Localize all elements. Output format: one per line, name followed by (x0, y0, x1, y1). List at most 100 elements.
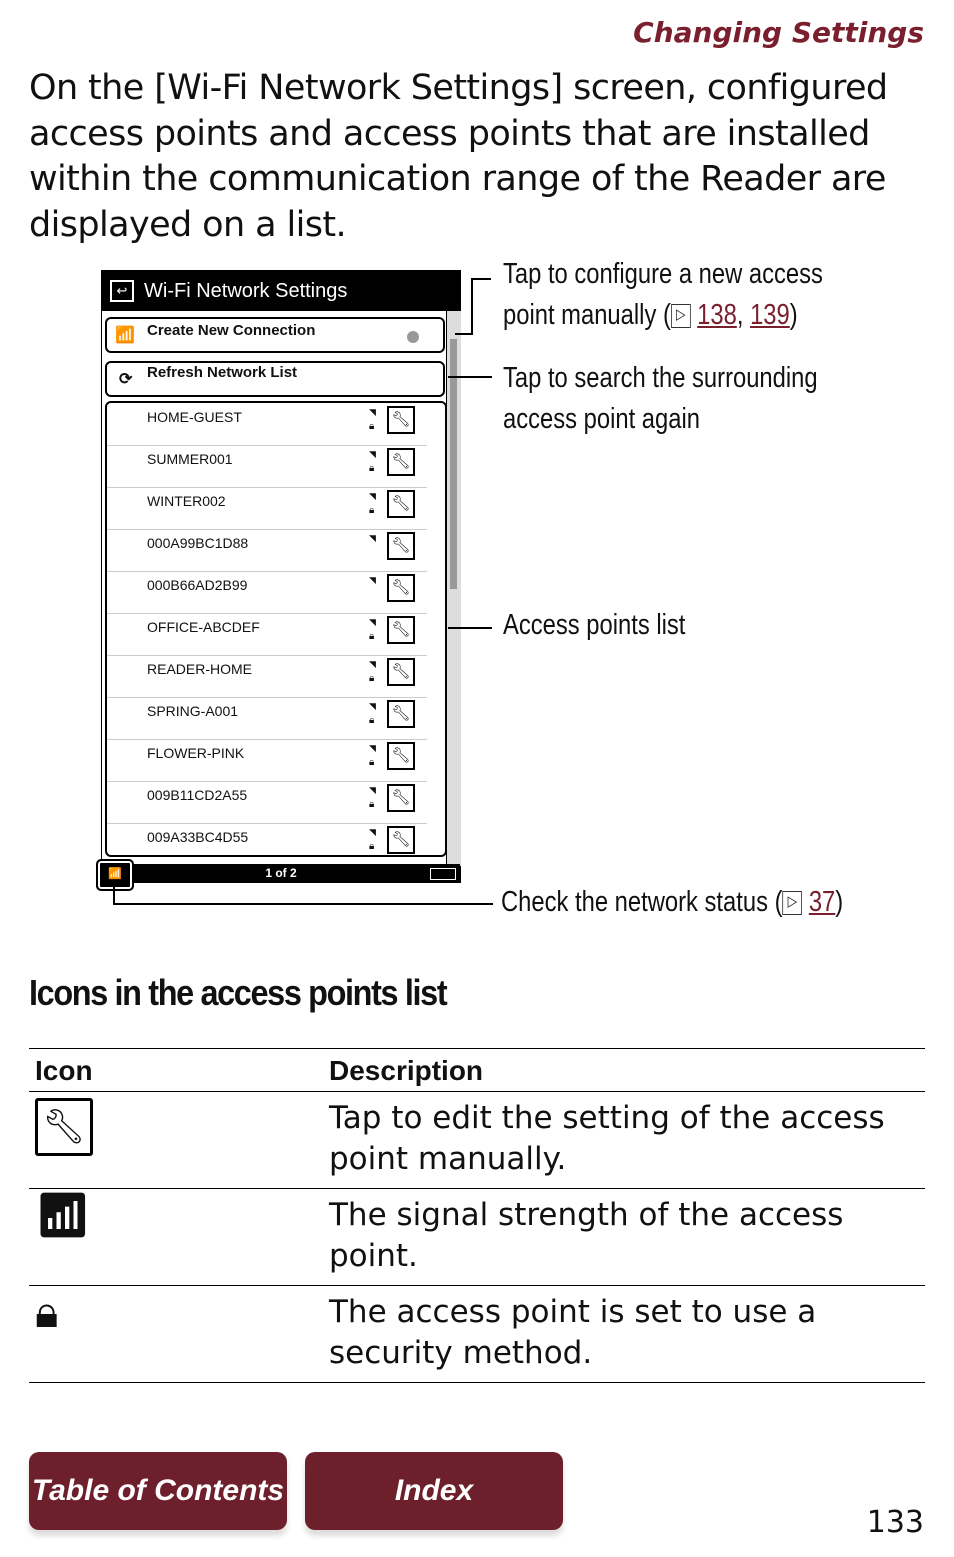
page-indicator: 1 of 2 (265, 866, 297, 880)
wrench-edit-button[interactable]: 🔧︎ (387, 658, 415, 686)
signal-icon: ◥ (369, 617, 376, 627)
signal-icon: ◥ (369, 743, 376, 753)
paren: ) (835, 886, 844, 918)
page-link-139[interactable]: 139 (750, 299, 790, 331)
callout-text: Tap to configure a new access (503, 258, 823, 290)
screen-title: Wi-Fi Network Settings (144, 280, 348, 302)
separator: , (736, 299, 744, 331)
paren: ) (789, 299, 798, 331)
lock-icon: 🔒︎ (35, 1287, 59, 1338)
description: The signal strength of the access point. (323, 1188, 925, 1286)
access-point-row[interactable]: FLOWER-PINK ◥ 🔒︎ 🔧︎ (107, 739, 427, 782)
wrench-edit-button[interactable]: 🔧︎ (387, 448, 415, 476)
access-points-list: HOME-GUEST ◥ 🔒︎ 🔧︎ SUMMER001 ◥ 🔒︎ 🔧︎ WINTER002 ◥ 🔒… (105, 401, 447, 857)
wrench-icon: 🔧︎ (35, 1098, 93, 1156)
callout-line (113, 886, 115, 904)
access-point-row[interactable]: 009A33BC4D55 ◥ 🔒︎ 🔧︎ (107, 823, 427, 855)
network-name: 000A99BC1D88 (147, 535, 249, 551)
network-name: WINTER002 (147, 493, 226, 509)
network-name: FLOWER-PINK (147, 745, 245, 761)
icons-table: Icon Description 🔧︎ Tap to edit the settin… (29, 1048, 925, 1383)
battery-icon (430, 868, 456, 880)
network-name: OFFICE-ABCDEF (147, 619, 260, 635)
wrench-edit-button[interactable]: 🔧︎ (387, 826, 415, 854)
access-point-row[interactable]: 000A99BC1D88 ◥ 🔧︎ (107, 529, 427, 572)
wrench-edit-button[interactable]: 🔧︎ (387, 406, 415, 434)
signal-icon: ◥ (369, 659, 376, 669)
lock-icon: 🔒︎ (369, 673, 375, 684)
col-header-description: Description (323, 1048, 925, 1092)
wrench-edit-button[interactable]: 🔧︎ (387, 700, 415, 728)
lock-icon: 🔒︎ (369, 757, 375, 768)
status-bar: 1 of 2 (102, 864, 460, 882)
col-header-icon: Icon (29, 1048, 323, 1092)
lock-icon: 🔒︎ (369, 631, 375, 642)
table-row: 🔒︎ The access point is set to use a secur… (29, 1285, 925, 1383)
lock-icon: 🔒︎ (369, 505, 375, 516)
access-point-row[interactable]: 009B11CD2A55 ◥ 🔒︎ 🔧︎ (107, 781, 427, 824)
callout-list: Access points list (503, 609, 686, 641)
reference-icon: ▷ (782, 891, 803, 916)
section-header: Changing Settings (633, 16, 924, 49)
wifi-add-icon: 📶 (115, 327, 135, 344)
lock-icon: 🔒︎ (369, 715, 375, 726)
wrench-edit-button[interactable]: 🔧︎ (387, 784, 415, 812)
network-name: READER-HOME (147, 661, 253, 677)
page-link-37[interactable]: 37 (809, 886, 835, 918)
refresh-icon: ⟳ (119, 371, 133, 388)
callout-line (113, 903, 493, 905)
table-of-contents-button[interactable]: Table of Contents (29, 1452, 287, 1530)
access-point-row[interactable]: HOME-GUEST ◥ 🔒︎ 🔧︎ (107, 403, 427, 446)
callout-text: access point again (503, 403, 700, 435)
page-number: 133 (866, 1505, 924, 1540)
description: The access point is set to use a securit… (323, 1285, 925, 1383)
callout-text: point manually ( (503, 299, 671, 331)
signal-icon: ◥ (369, 827, 376, 837)
refresh-network-list-button[interactable]: ⟳ Refresh Network List (105, 361, 445, 397)
signal-icon: ◥ (369, 449, 376, 459)
access-point-row[interactable]: WINTER002 ◥ 🔒︎ 🔧︎ (107, 487, 427, 530)
callout-line (471, 278, 491, 280)
reference-icon: ▷ (670, 304, 691, 329)
access-point-row[interactable]: READER-HOME ◥ 🔒︎ 🔧︎ (107, 655, 427, 698)
intro-text: On the [Wi-Fi Network Settings] screen, … (29, 68, 888, 245)
signal-icon: ◥ (369, 533, 376, 543)
section-title: Icons in the access points list (29, 972, 448, 1013)
lock-icon: 🔒︎ (369, 463, 375, 474)
callout-text: Check the network status ( (501, 886, 783, 918)
network-name: SUMMER001 (147, 451, 233, 467)
table-row: 🔧︎ Tap to edit the setting of the access … (29, 1091, 925, 1189)
wrench-edit-button[interactable]: 🔧︎ (387, 532, 415, 560)
wrench-edit-button[interactable]: 🔧︎ (387, 742, 415, 770)
network-name: 009B11CD2A55 (147, 787, 248, 803)
callout-status: Check the network status (▷ 37) (501, 882, 843, 923)
network-name: HOME-GUEST (147, 409, 242, 425)
signal-icon: ◥ (369, 407, 376, 417)
signal-icon: 📶︎ (35, 1190, 91, 1241)
back-icon: ↩ (110, 280, 134, 302)
create-new-connection-button[interactable]: 📶 Create New Connection (105, 317, 445, 353)
description: Tap to edit the setting of the access po… (323, 1091, 925, 1189)
callout-line (471, 280, 473, 335)
network-status-icon[interactable]: 📶 (96, 859, 134, 891)
network-name: 009A33BC4D55 (147, 829, 249, 845)
lock-icon: 🔒︎ (369, 841, 375, 852)
access-point-row[interactable]: 000B66AD2B99 ◥ 🔧︎ (107, 571, 427, 614)
create-label: Create New Connection (147, 322, 316, 339)
wrench-edit-button[interactable]: 🔧︎ (387, 616, 415, 644)
access-point-row[interactable]: SUMMER001 ◥ 🔒︎ 🔧︎ (107, 445, 427, 488)
wrench-edit-button[interactable]: 🔧︎ (387, 574, 415, 602)
callout-line (448, 376, 492, 378)
access-point-row[interactable]: OFFICE-ABCDEF ◥ 🔒︎ 🔧︎ (107, 613, 427, 656)
signal-icon: ◥ (369, 785, 376, 795)
title-bar: ↩ Wi-Fi Network Settings (102, 271, 460, 311)
table-row: 📶︎ The signal strength of the access poin… (29, 1188, 925, 1286)
signal-icon: ◥ (369, 491, 376, 501)
network-name: SPRING-A001 (147, 703, 239, 719)
device-screenshot: ↩ Wi-Fi Network Settings 📶 Create New Co… (96, 270, 461, 891)
page-link-138[interactable]: 138 (697, 299, 737, 331)
access-point-row[interactable]: SPRING-A001 ◥ 🔒︎ 🔧︎ (107, 697, 427, 740)
index-button[interactable]: Index (305, 1452, 563, 1530)
wrench-edit-button[interactable]: 🔧︎ (387, 490, 415, 518)
lock-icon: 🔒︎ (369, 421, 375, 432)
